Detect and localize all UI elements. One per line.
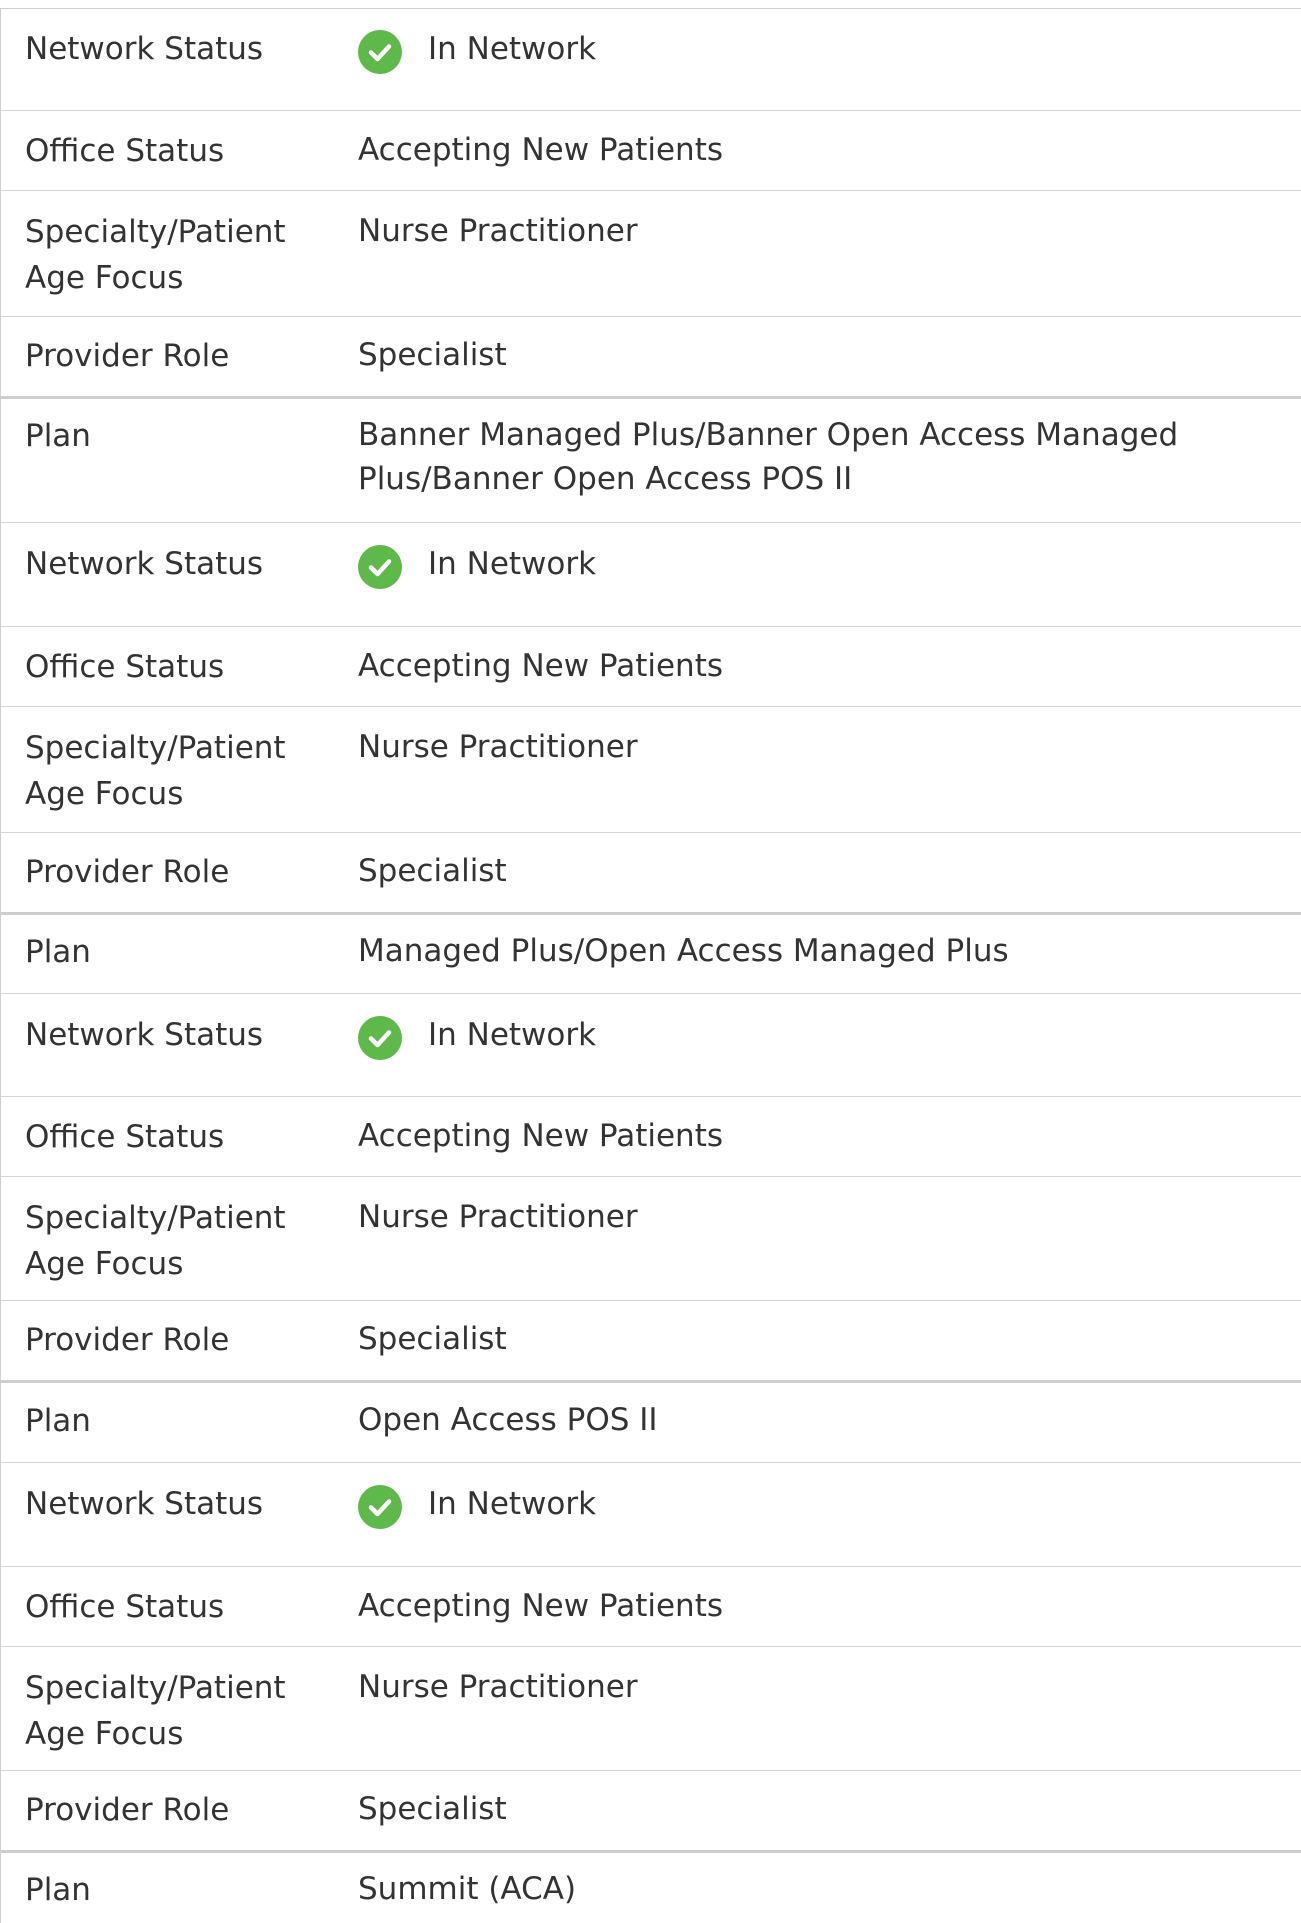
table-row-office-status: Office Status Accepting New Patients	[1, 627, 1301, 707]
row-label: Office Status	[25, 1119, 225, 1155]
table-row-plan: Plan Open Access POS II	[1, 1383, 1301, 1463]
table-row-office-status: Office Status Accepting New Patients	[1, 1097, 1301, 1177]
row-label: Plan	[25, 1403, 91, 1439]
check-circle-icon	[358, 30, 402, 74]
table-row-plan: Plan Managed Plus/Open Access Managed Pl…	[1, 915, 1301, 994]
row-label: Provider Role	[25, 1322, 230, 1358]
row-value: Specialist	[358, 1321, 507, 1357]
row-label: Provider Role	[25, 854, 230, 890]
row-label: Plan	[25, 1872, 91, 1908]
row-value: Nurse Practitioner	[358, 1669, 638, 1705]
row-label: Network Status	[25, 1017, 264, 1053]
row-label: Office Status	[25, 649, 225, 685]
table-row-office-status: Office Status Accepting New Patients	[1, 111, 1301, 191]
table-row-network-status: Network Status In Network	[1, 523, 1301, 627]
row-value: Accepting New Patients	[358, 132, 724, 168]
row-value: Nurse Practitioner	[358, 1199, 638, 1235]
plan-network-details: Network Status In Network Office Status …	[0, 0, 1301, 1923]
plan-name: Managed Plus/Open Access Managed Plus	[358, 933, 1009, 969]
network-status-value: In Network	[358, 1012, 597, 1060]
network-status-value: In Network	[358, 26, 597, 74]
plan-name: Open Access POS II	[358, 1402, 658, 1438]
network-status-text: In Network	[428, 546, 597, 582]
row-value: Specialist	[358, 853, 507, 889]
row-label: Provider Role	[25, 338, 230, 374]
row-label: Specialty/Patient Age Focus	[25, 1200, 286, 1282]
table-row-network-status: Network Status In Network	[1, 994, 1301, 1097]
network-status-text: In Network	[428, 31, 597, 67]
check-circle-icon	[358, 1016, 402, 1060]
plan-name: Summit (ACA)	[358, 1871, 577, 1907]
table-row-specialty: Specialty/Patient Age Focus Nurse Practi…	[1, 191, 1301, 317]
check-circle-icon	[358, 1485, 402, 1529]
row-value: Accepting New Patients	[358, 648, 724, 684]
row-value: Nurse Practitioner	[358, 213, 638, 249]
row-label: Network Status	[25, 1486, 264, 1522]
network-status-text: In Network	[428, 1017, 597, 1053]
table-row-provider-role: Provider Role Specialist	[1, 1301, 1301, 1383]
row-label: Office Status	[25, 1589, 225, 1625]
network-status-text: In Network	[428, 1486, 597, 1522]
table-row-provider-role: Provider Role Specialist	[1, 833, 1301, 915]
check-circle-icon	[358, 545, 402, 589]
row-label: Specialty/Patient Age Focus	[25, 214, 286, 296]
table-row-office-status: Office Status Accepting New Patients	[1, 1567, 1301, 1647]
table-row-network-status: Network Status In Network	[1, 1463, 1301, 1567]
row-label: Office Status	[25, 133, 225, 169]
table-row-plan: Plan Banner Managed Plus/Banner Open Acc…	[1, 399, 1301, 523]
table-row-provider-role: Provider Role Specialist	[1, 317, 1301, 399]
table-row-plan: Plan Summit (ACA)	[1, 1853, 1301, 1923]
row-value: Accepting New Patients	[358, 1118, 724, 1154]
plan-name: Banner Managed Plus/Banner Open Access M…	[358, 417, 1179, 497]
table-row-specialty: Specialty/Patient Age Focus Nurse Practi…	[1, 707, 1301, 833]
table-row-network-status: Network Status In Network	[1, 8, 1301, 111]
row-label: Specialty/Patient Age Focus	[25, 730, 286, 812]
table-row-specialty: Specialty/Patient Age Focus Nurse Practi…	[1, 1177, 1301, 1301]
network-status-value: In Network	[358, 1481, 597, 1529]
row-label: Network Status	[25, 546, 264, 582]
row-value: Nurse Practitioner	[358, 729, 638, 765]
row-label: Network Status	[25, 31, 264, 67]
row-label: Provider Role	[25, 1792, 230, 1828]
row-value: Accepting New Patients	[358, 1588, 724, 1624]
row-label: Plan	[25, 934, 91, 970]
row-value: Specialist	[358, 1791, 507, 1827]
row-label: Specialty/Patient Age Focus	[25, 1670, 286, 1752]
row-value: Specialist	[358, 337, 507, 373]
row-label: Plan	[25, 418, 91, 454]
network-status-value: In Network	[358, 541, 597, 589]
table-row-specialty: Specialty/Patient Age Focus Nurse Practi…	[1, 1647, 1301, 1771]
table-row-provider-role: Provider Role Specialist	[1, 1771, 1301, 1853]
